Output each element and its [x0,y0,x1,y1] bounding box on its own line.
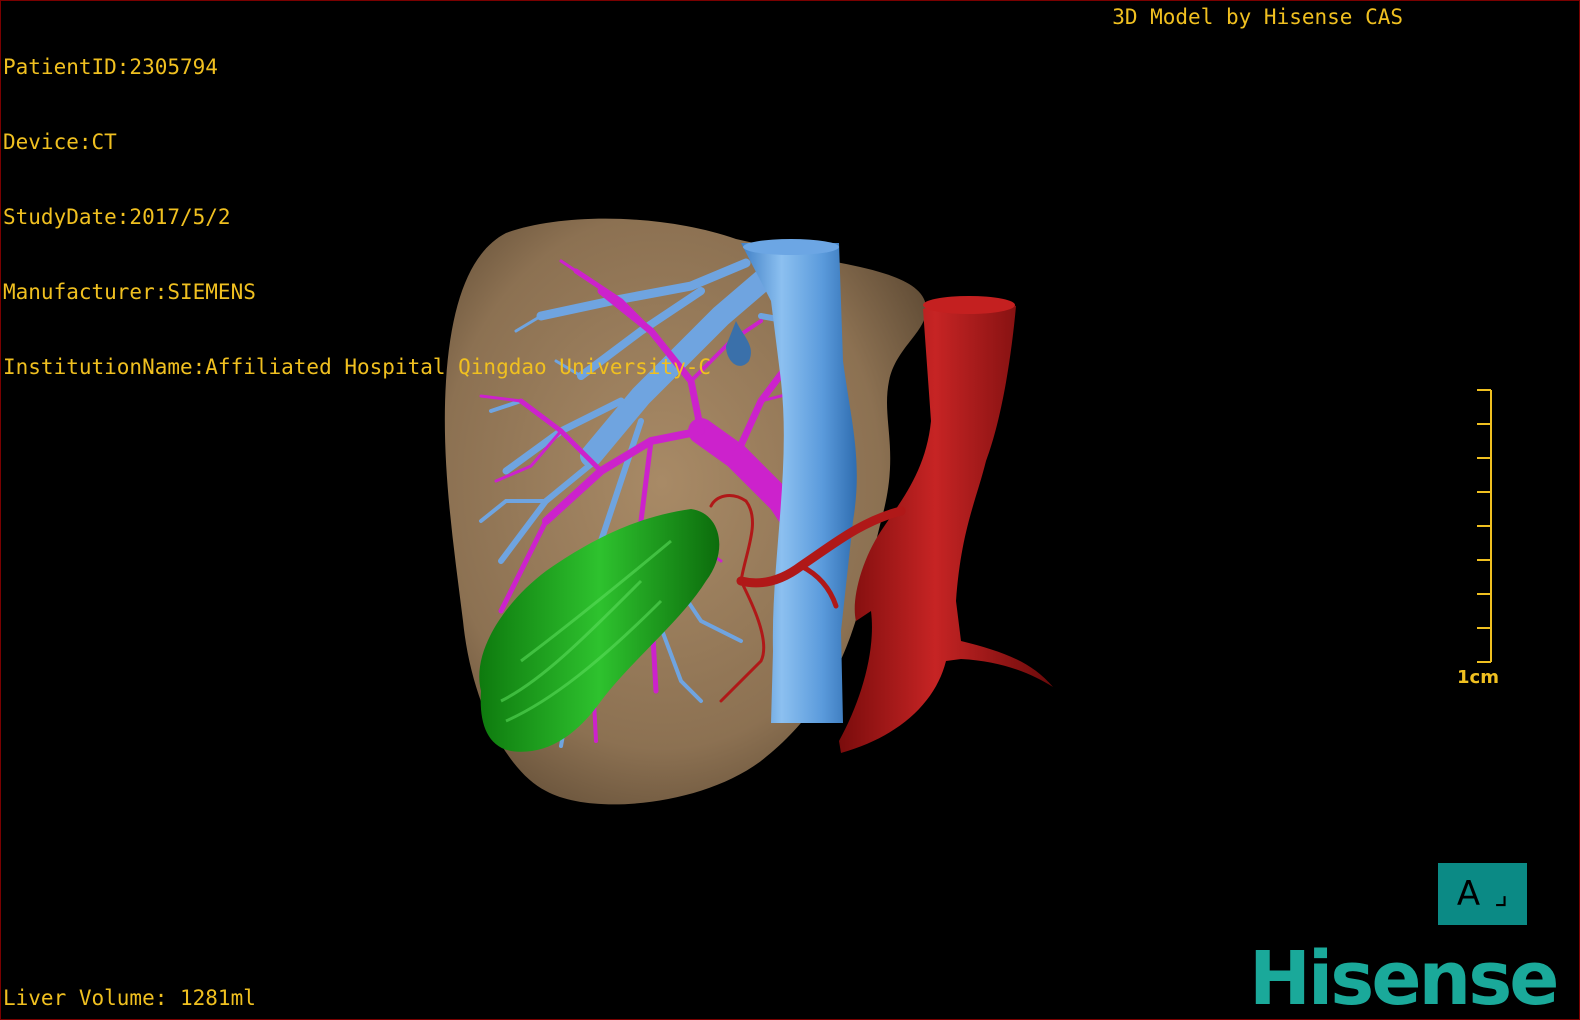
hisense-logo: Hisense [1249,936,1559,1020]
scale-bar [1477,389,1492,663]
model-watermark: 3D Model by Hisense CAS [1112,5,1403,29]
orientation-button[interactable]: A ⌟ [1438,863,1527,925]
study-date: StudyDate:2017/5/2 [3,205,231,229]
scale-label: 1cm [1457,667,1499,688]
manufacturer: Manufacturer:SIEMENS [3,280,256,304]
institution-name: InstitutionName:Affiliated Hospital Qing… [3,355,712,379]
orientation-letter: A [1456,874,1481,914]
orientation-corner-icon: ⌟ [1494,876,1509,912]
liver-volume: Liver Volume: 1281ml [3,986,256,1010]
device: Device:CT [3,130,117,154]
patient-id: PatientID:2305794 [3,55,218,79]
3d-viewport[interactable]: PatientID:2305794 Device:CT StudyDate:20… [0,0,1580,1020]
patient-info: PatientID:2305794 Device:CT StudyDate:20… [3,5,711,430]
